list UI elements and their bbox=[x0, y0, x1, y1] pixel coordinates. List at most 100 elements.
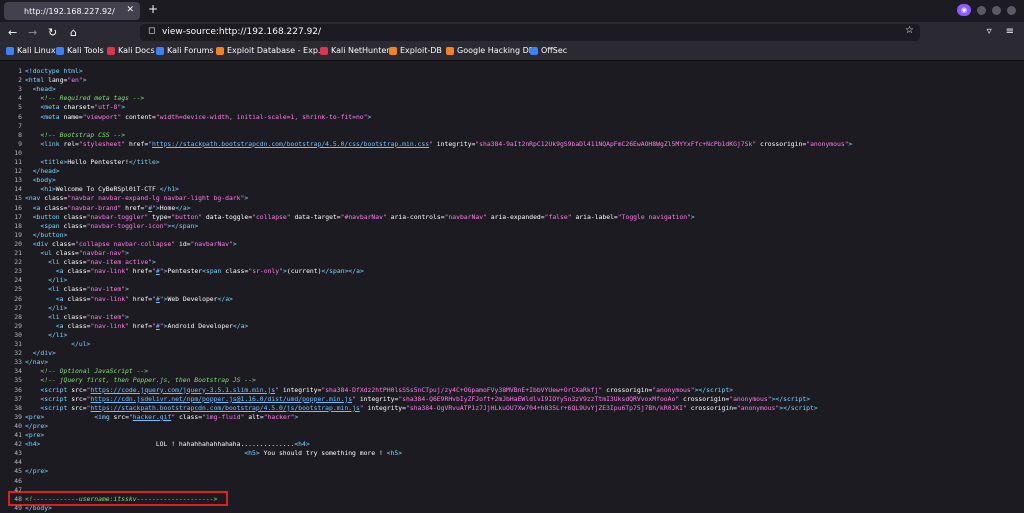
bookmark-item[interactable]: Kali Linux bbox=[6, 46, 56, 55]
line-code: <meta charset="utf-8"> bbox=[40, 103, 126, 112]
line-number: 24 bbox=[14, 276, 22, 285]
tab-active[interactable]: http://192.168.227.92/ ✕ bbox=[4, 2, 140, 20]
line-number: 1 bbox=[18, 67, 22, 75]
home-icon[interactable]: ⌂ bbox=[70, 26, 77, 39]
line-number: 17 bbox=[14, 212, 22, 221]
pocket-icon[interactable]: ▿ bbox=[987, 26, 992, 37]
line-code: <a class="nav-link" href="#">Pentester<s… bbox=[55, 267, 364, 276]
line-code: </li> bbox=[48, 330, 68, 339]
line-number: 49 bbox=[14, 503, 22, 512]
menu-icon[interactable]: ≡ bbox=[1006, 26, 1014, 37]
line-code: </nav> bbox=[25, 358, 49, 367]
line-code: <script src="https://stackpath.bootstrap… bbox=[40, 403, 818, 412]
line-code: <script src="https://code.jquery.com/jqu… bbox=[40, 385, 734, 394]
tab-title: http://192.168.227.92/ bbox=[24, 6, 115, 16]
minimize-button[interactable] bbox=[977, 5, 986, 15]
line-number: 40 bbox=[14, 421, 22, 430]
reload-icon[interactable]: ↻ bbox=[48, 26, 57, 39]
line-number: 46 bbox=[14, 476, 22, 485]
exploit-db-icon bbox=[389, 46, 397, 55]
offsec-icon bbox=[530, 46, 538, 55]
line-number: 25 bbox=[14, 285, 22, 294]
line-code: <!-- Optional JavaScript --> bbox=[40, 367, 149, 376]
line-code: <body> bbox=[32, 176, 56, 185]
line-code: <nav class="navbar navbar-expand-lg navb… bbox=[25, 194, 249, 203]
line-number: 2 bbox=[18, 76, 22, 85]
line-code: </pre> bbox=[25, 421, 49, 430]
exploit-db-icon bbox=[216, 46, 224, 55]
star-icon[interactable]: ☆ bbox=[905, 25, 914, 36]
line-code: </li> bbox=[48, 276, 68, 285]
navigation-toolbar: ← → ↻ ⌂ ◻ view-source:http://192.168.227… bbox=[0, 22, 1024, 44]
plus-icon[interactable]: + bbox=[148, 2, 158, 16]
line-code: <span class="navbar-toggler-icon"></span… bbox=[40, 221, 199, 230]
line-number: 4 bbox=[18, 94, 22, 103]
line-number: 45 bbox=[14, 467, 22, 476]
line-number: 19 bbox=[14, 230, 22, 239]
line-number: 3 bbox=[18, 85, 22, 94]
line-number: 30 bbox=[14, 330, 22, 339]
bookmark-item[interactable]: Kali NetHunter bbox=[320, 46, 390, 55]
line-number: 18 bbox=[14, 221, 22, 230]
source-view[interactable]: 1 <!doctype html> 2 <html lang="en"> 3 <head… bbox=[0, 61, 1024, 512]
url-bar[interactable]: ◻ view-source:http://192.168.227.92/ ☆ bbox=[140, 24, 920, 41]
toolbar-right: ▿ ≡ bbox=[987, 26, 1014, 37]
line-code: </div> bbox=[32, 349, 56, 358]
back-arrow-icon[interactable]: ← bbox=[8, 26, 17, 39]
bookmark-item[interactable]: Kali Docs bbox=[107, 46, 155, 55]
url-text[interactable]: view-source:http://192.168.227.92/ bbox=[162, 27, 321, 37]
line-number: 29 bbox=[14, 321, 22, 330]
line-number: 16 bbox=[14, 203, 22, 212]
window-controls: ◉ bbox=[957, 4, 1016, 16]
line-code: <li class="nav-item"> bbox=[48, 285, 129, 294]
line-code: <h5> You should try something more ! <h5… bbox=[244, 449, 403, 458]
line-code: <a class="nav-link" href="#">Android Dev… bbox=[55, 321, 249, 330]
line-number: 22 bbox=[14, 258, 22, 267]
line-number: 8 bbox=[18, 130, 22, 139]
line-number: 11 bbox=[14, 158, 22, 166]
line-code: <ul class="navbar-nav"> bbox=[40, 249, 129, 257]
bookmark-item[interactable]: Kali Tools bbox=[56, 46, 104, 55]
line-number: 33 bbox=[14, 358, 22, 367]
line-code: <li class="nav-item active"> bbox=[48, 258, 156, 267]
line-number: 6 bbox=[18, 112, 22, 121]
line-code: </pre> bbox=[25, 467, 49, 476]
line-code: </button> bbox=[32, 230, 68, 239]
line-number: 34 bbox=[14, 367, 22, 376]
tab-strip: http://192.168.227.92/ ✕ + ◉ bbox=[0, 0, 1024, 22]
line-number: 35 bbox=[14, 376, 22, 385]
bookmark-label: Google Hacking DB bbox=[457, 46, 535, 55]
kali-dragon-icon bbox=[156, 46, 164, 55]
line-code: <title>Hello Pentester!</title> bbox=[40, 158, 160, 166]
line-number: 26 bbox=[14, 294, 22, 303]
bookmark-label: Kali Docs bbox=[118, 46, 155, 55]
line-code: <meta name="viewport" content="width=dev… bbox=[40, 112, 372, 121]
bookmark-item[interactable]: Exploit-DB bbox=[389, 46, 442, 55]
line-number: 39 bbox=[14, 412, 22, 421]
bookmark-item[interactable]: Kali Forums bbox=[156, 46, 214, 55]
line-code: <!-- Bootstrap CSS --> bbox=[40, 130, 126, 139]
bookmark-item[interactable]: OffSec bbox=[530, 46, 567, 55]
line-code: <div class="collapse navbar-collapse" id… bbox=[32, 239, 237, 248]
line-number: 23 bbox=[14, 267, 22, 276]
maximize-button[interactable] bbox=[992, 5, 1001, 15]
bookmark-label: Exploit-DB bbox=[400, 46, 442, 55]
line-code: <link rel="stylesheet" href="https://sta… bbox=[40, 139, 853, 148]
line-code: <h1>Welcome To CyBeRSpl0iT-CTF </h1> bbox=[40, 185, 179, 194]
bookmark-item[interactable]: Exploit Database - Exp... bbox=[216, 46, 326, 55]
line-number: 21 bbox=[14, 249, 22, 257]
line-number: 42 bbox=[14, 440, 22, 449]
line-code: <html lang="en"> bbox=[25, 76, 87, 85]
line-number: 41 bbox=[14, 431, 22, 439]
line-number: 36 bbox=[14, 385, 22, 394]
line-number: 5 bbox=[18, 103, 22, 112]
forward-arrow-icon[interactable]: → bbox=[28, 26, 37, 39]
kali-nethunter-icon bbox=[320, 46, 328, 55]
line-number: 14 bbox=[14, 185, 22, 194]
line-code: <!------------username:itsskv-----------… bbox=[25, 494, 218, 503]
close-icon[interactable]: ✕ bbox=[126, 5, 134, 15]
bookmark-item[interactable]: Google Hacking DB bbox=[446, 46, 534, 55]
close-window-button[interactable] bbox=[1007, 5, 1016, 15]
line-number: 7 bbox=[18, 121, 22, 130]
line-code: <head> bbox=[32, 85, 56, 94]
